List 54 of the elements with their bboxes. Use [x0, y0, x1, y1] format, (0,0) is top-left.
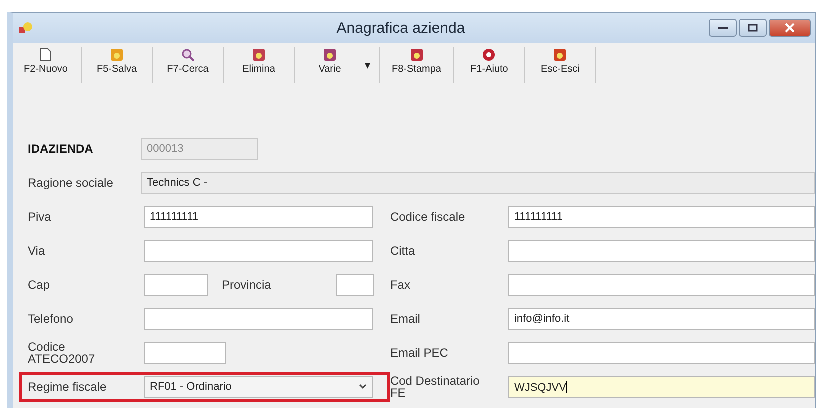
input-field[interactable]	[508, 240, 815, 262]
toolbar-button[interactable]: F5-Salva	[86, 45, 148, 85]
toolbar-button[interactable]: F7-Cerca	[157, 45, 219, 85]
field-label: Cap	[28, 279, 52, 291]
close-button[interactable]	[769, 19, 811, 37]
app-icon	[19, 22, 33, 34]
field-label: Email	[390, 313, 422, 325]
field-label: Ragione sociale	[28, 177, 114, 189]
field-label: Fax	[390, 279, 412, 291]
toolbar-icon	[553, 48, 568, 62]
toolbar-icon	[410, 48, 424, 62]
input-field[interactable]: 111111111	[144, 206, 373, 228]
input-field[interactable]	[144, 240, 373, 262]
lifebuoy-icon	[482, 48, 496, 62]
field-label: Telefono	[28, 313, 74, 325]
maximize-button[interactable]	[739, 19, 767, 37]
input-field[interactable]: 111111111	[508, 206, 815, 228]
field-label: Via	[28, 245, 46, 257]
toolbar-button[interactable]: F8-Stampa	[384, 45, 450, 85]
field-label: Regime fiscale	[28, 381, 108, 393]
input-field[interactable]	[508, 342, 815, 364]
maximize-icon	[748, 24, 758, 32]
chevron-down-icon	[359, 384, 367, 390]
toolbar-button[interactable]: F1-Aiuto	[458, 45, 520, 85]
minimize-icon	[718, 26, 728, 30]
input-field[interactable]	[144, 274, 208, 296]
dropdown-caret[interactable]: ▾	[361, 58, 375, 72]
input-field[interactable]: info@info.it	[508, 308, 815, 330]
field-label: Citta	[390, 245, 416, 257]
input-field[interactable]	[144, 342, 226, 364]
toolbar-button[interactable]: Esc-Esci	[529, 45, 592, 85]
input-field[interactable]	[336, 274, 374, 296]
field-label: Provincia	[222, 278, 272, 292]
window-title: Anagrafica azienda	[336, 20, 466, 36]
page-icon	[39, 48, 53, 62]
field-label: IDAZIENDA	[28, 143, 94, 155]
input-field[interactable]	[144, 308, 373, 330]
toolbar-button[interactable]: Varie	[299, 45, 361, 85]
toolbar-icon	[323, 48, 337, 62]
field-label: Email PEC	[390, 347, 450, 359]
field-label: Codice ATECO2007	[28, 341, 96, 365]
field-label: Piva	[28, 211, 52, 223]
dropdown[interactable]: RF01 - Ordinario	[144, 376, 373, 398]
input-field[interactable]: WJSQJVV	[508, 376, 815, 398]
toolbar-icon	[110, 48, 124, 62]
close-icon	[785, 23, 795, 33]
search-icon	[181, 48, 195, 62]
toolbar-button[interactable]: F2-Nuovo	[15, 45, 77, 85]
toolbar-button[interactable]: Elimina	[228, 45, 290, 85]
field-label: Codice fiscale	[390, 211, 466, 223]
field-label: Cod Destinatario FE	[390, 375, 481, 399]
minimize-button[interactable]	[709, 19, 737, 37]
input-field[interactable]	[508, 274, 815, 296]
toolbar-icon	[252, 48, 266, 62]
